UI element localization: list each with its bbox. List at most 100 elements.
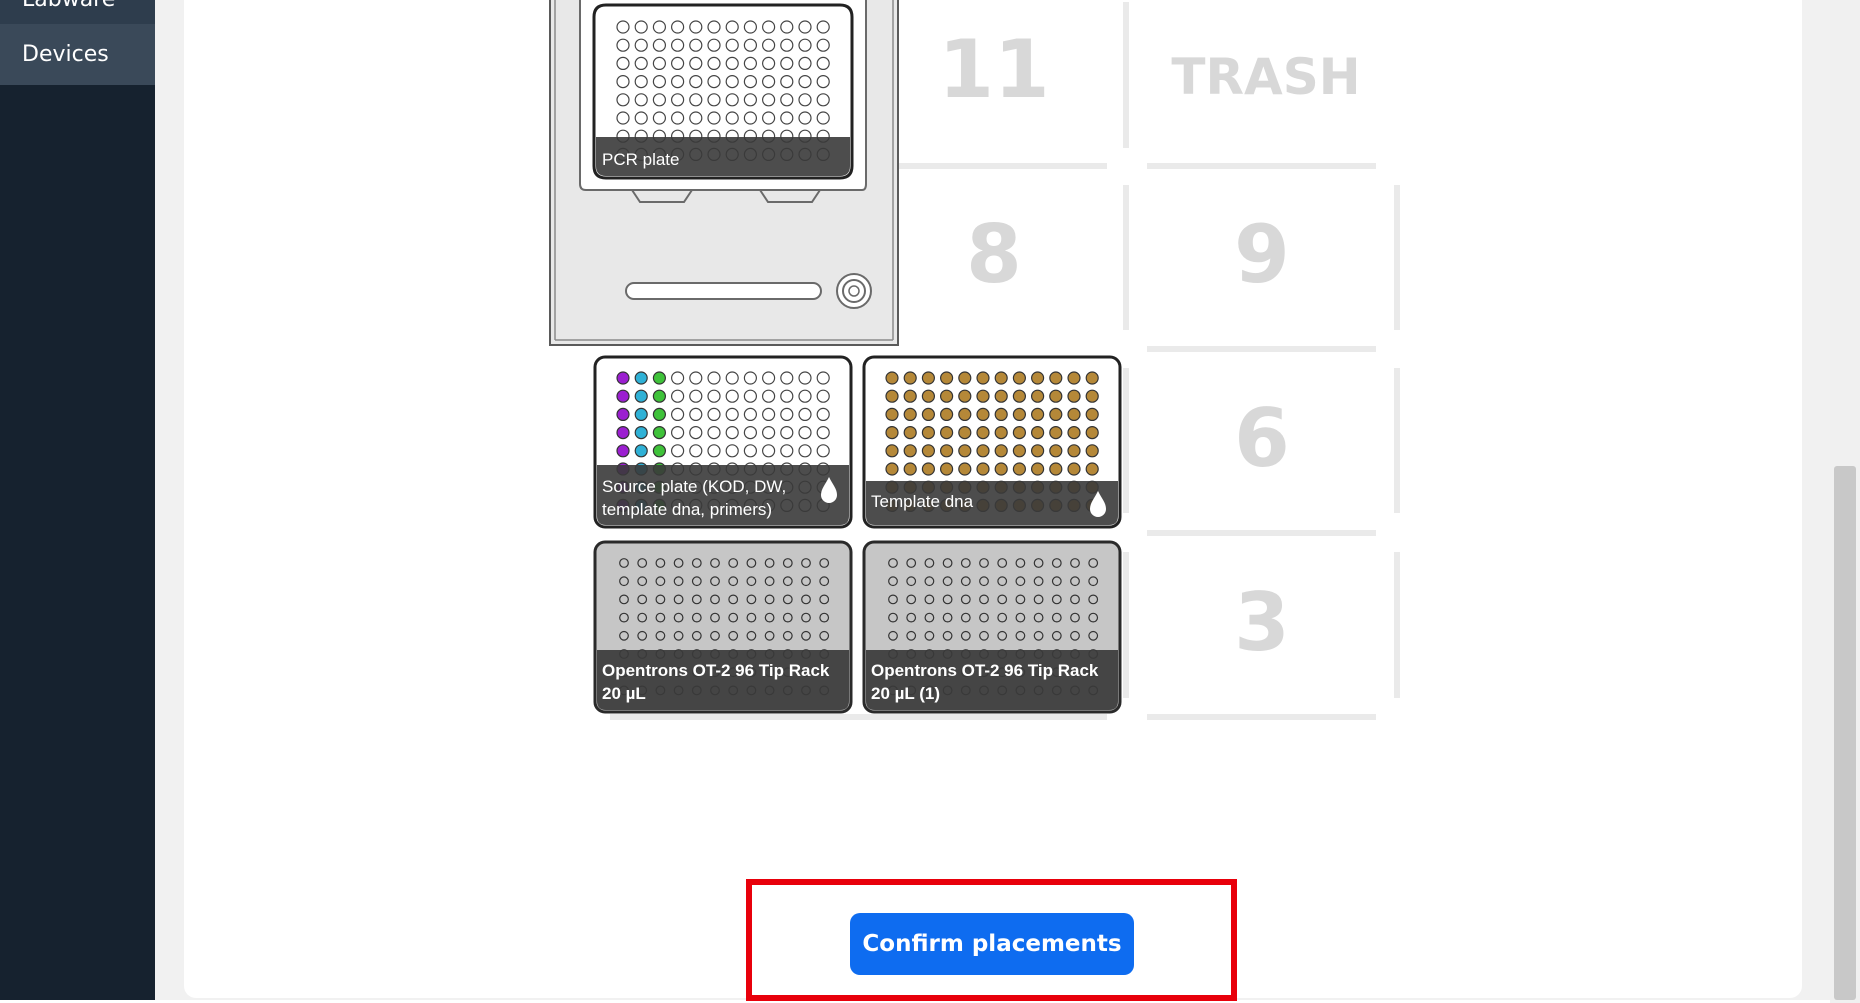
well (780, 93, 794, 107)
well (921, 389, 936, 403)
well (1033, 612, 1044, 623)
well (743, 444, 758, 458)
well (1067, 426, 1081, 440)
well (764, 576, 775, 587)
well (939, 444, 954, 458)
well (1015, 612, 1026, 623)
well (670, 74, 685, 89)
well (743, 407, 758, 421)
well (728, 558, 739, 568)
well (710, 630, 720, 641)
well (979, 594, 989, 605)
well (1049, 407, 1063, 421)
well (888, 630, 898, 641)
well (1067, 407, 1081, 421)
well (960, 576, 971, 587)
well (670, 38, 685, 52)
well (903, 462, 917, 476)
well (1030, 462, 1045, 476)
slot-number-6: 6 (1234, 392, 1290, 485)
confirm-placements-button[interactable]: Confirm placements (850, 913, 1134, 975)
well (746, 630, 757, 641)
well (798, 74, 812, 89)
well (1051, 594, 1062, 605)
well (1085, 462, 1099, 476)
well (616, 20, 630, 34)
well (1012, 444, 1027, 458)
well (976, 462, 990, 476)
well (1070, 576, 1080, 587)
well (1051, 612, 1062, 623)
well (924, 558, 935, 568)
well (689, 56, 703, 71)
well (958, 444, 972, 458)
well (819, 612, 830, 623)
well (670, 371, 685, 385)
well (764, 612, 775, 623)
well (746, 558, 757, 568)
slot-number-8: 8 (966, 208, 1022, 301)
well (885, 371, 899, 385)
well (921, 407, 936, 421)
slot-number-3: 3 (1234, 576, 1290, 669)
well (979, 558, 989, 568)
well (885, 462, 899, 476)
well (816, 444, 830, 458)
well (885, 389, 899, 403)
well (1088, 594, 1099, 605)
well (1070, 630, 1080, 641)
template-dna-plate[interactable]: Template dna (862, 355, 1122, 529)
well (798, 93, 812, 107)
well (1067, 444, 1081, 458)
well (780, 407, 794, 421)
well (670, 444, 685, 458)
source-plate[interactable]: Source plate (KOD, DW, template dna, pri… (593, 355, 853, 529)
well (652, 407, 667, 421)
well (906, 594, 917, 605)
well (1051, 558, 1062, 568)
well (1088, 558, 1099, 568)
well (1049, 426, 1063, 440)
well (707, 371, 721, 385)
well (634, 93, 648, 107)
well (1070, 612, 1080, 623)
well (958, 371, 972, 385)
well (819, 576, 830, 587)
well (997, 558, 1008, 568)
well (761, 111, 776, 125)
well (819, 558, 830, 568)
well (798, 111, 812, 125)
well (764, 630, 775, 641)
scrollbar-thumb[interactable] (1834, 466, 1856, 1000)
well (1067, 462, 1081, 476)
well (1015, 630, 1026, 641)
well (906, 576, 917, 587)
well (707, 407, 721, 421)
well (691, 630, 702, 641)
well (1088, 576, 1099, 587)
well (906, 612, 917, 623)
tip-rack-20ul-1[interactable]: Opentrons OT-2 96 Tip Rack 20 µL (1) (862, 540, 1122, 714)
well (673, 558, 684, 568)
tip-rack-label-line1: Opentrons OT-2 96 Tip Rack (602, 661, 830, 680)
tip-rack-20ul[interactable]: Opentrons OT-2 96 Tip Rack 20 µL (593, 540, 853, 714)
well (707, 74, 721, 89)
well (780, 111, 794, 125)
well (652, 38, 667, 52)
well (958, 426, 972, 440)
well (994, 426, 1008, 440)
well (1015, 576, 1026, 587)
well (655, 576, 666, 587)
well (1067, 371, 1081, 385)
well (903, 389, 917, 403)
well (801, 558, 811, 568)
well (921, 462, 936, 476)
well (782, 558, 793, 568)
pcr-plate[interactable]: PCR plate (592, 3, 854, 180)
well (801, 594, 811, 605)
well (634, 20, 648, 34)
well (903, 426, 917, 440)
well (780, 444, 794, 458)
well (1051, 630, 1062, 641)
well (816, 20, 830, 34)
